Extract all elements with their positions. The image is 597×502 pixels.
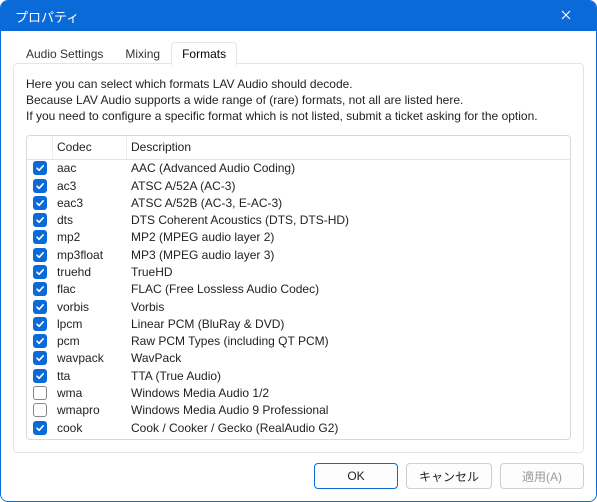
description-cell: TTA (True Audio): [127, 369, 570, 383]
tab-strip: Audio Settings Mixing Formats: [15, 41, 584, 64]
table-row[interactable]: wavpackWavPack: [27, 350, 570, 367]
table-row[interactable]: eac3ATSC A/52B (AC-3, E-AC-3): [27, 194, 570, 211]
codec-cell: truehd: [53, 265, 127, 279]
table-row[interactable]: wmaproWindows Media Audio 9 Professional: [27, 402, 570, 419]
tab-label: Formats: [182, 47, 226, 61]
description-cell: DTS Coherent Acoustics (DTS, DTS-HD): [127, 213, 570, 227]
table-row[interactable]: ttaTTA (True Audio): [27, 367, 570, 384]
col-description[interactable]: Description: [127, 136, 570, 159]
codec-cell: wmapro: [53, 403, 127, 417]
table-row[interactable]: cookCook / Cooker / Gecko (RealAudio G2): [27, 419, 570, 436]
description-cell: ATSC A/52A (AC-3): [127, 179, 570, 193]
table-row[interactable]: vorbisVorbis: [27, 298, 570, 315]
codec-cell: flac: [53, 282, 127, 296]
codec-cell: lpcm: [53, 317, 127, 331]
description-cell: Linear PCM (BluRay & DVD): [127, 317, 570, 331]
format-checkbox[interactable]: [33, 317, 47, 331]
window-title: プロパティ: [15, 7, 79, 26]
codec-cell: pcm: [53, 334, 127, 348]
format-checkbox[interactable]: [33, 300, 47, 314]
properties-dialog: プロパティ Audio Settings Mixing Formats Here y…: [0, 0, 597, 502]
codec-cell: wma: [53, 386, 127, 400]
col-codec[interactable]: Codec: [53, 136, 127, 159]
codec-cell: tta: [53, 369, 127, 383]
description-cell: MP3 (MPEG audio layer 3): [127, 248, 570, 262]
client-area: Audio Settings Mixing Formats Here you can…: [1, 31, 596, 501]
codec-cell: cook: [53, 421, 127, 435]
description-cell: WavPack: [127, 351, 570, 365]
table-row[interactable]: flacFLAC (Free Lossless Audio Codec): [27, 281, 570, 298]
list-body[interactable]: aacAAC (Advanced Audio Coding)ac3ATSC A/…: [27, 160, 570, 439]
table-row[interactable]: wmaWindows Media Audio 1/2: [27, 384, 570, 401]
tab-formats[interactable]: Formats: [171, 42, 237, 65]
apply-button[interactable]: 適用(A): [500, 463, 584, 489]
format-checkbox[interactable]: [33, 265, 47, 279]
table-row[interactable]: lpcmLinear PCM (BluRay & DVD): [27, 315, 570, 332]
description-cell: Windows Media Audio 9 Professional: [127, 403, 570, 417]
description-cell: ATSC A/52B (AC-3, E-AC-3): [127, 196, 570, 210]
codec-cell: wavpack: [53, 351, 127, 365]
description-cell: AAC (Advanced Audio Coding): [127, 161, 570, 175]
help-line: Because LAV Audio supports a wide range …: [26, 92, 571, 108]
description-cell: FLAC (Free Lossless Audio Codec): [127, 282, 570, 296]
format-checkbox[interactable]: [33, 196, 47, 210]
codec-cell: dts: [53, 213, 127, 227]
format-checkbox[interactable]: [33, 282, 47, 296]
description-cell: Vorbis: [127, 300, 570, 314]
dialog-buttons: OK キャンセル 適用(A): [13, 453, 584, 489]
table-row[interactable]: mp2MP2 (MPEG audio layer 2): [27, 229, 570, 246]
description-cell: Cook / Cooker / Gecko (RealAudio G2): [127, 421, 570, 435]
codec-cell: eac3: [53, 196, 127, 210]
col-check[interactable]: [27, 136, 53, 159]
format-checkbox[interactable]: [33, 386, 47, 400]
codec-cell: mp3float: [53, 248, 127, 262]
format-checkbox[interactable]: [33, 351, 47, 365]
table-row[interactable]: ac3ATSC A/52A (AC-3): [27, 177, 570, 194]
help-line: If you need to configure a specific form…: [26, 108, 571, 124]
tab-mixing[interactable]: Mixing: [114, 42, 171, 65]
codec-cell: aac: [53, 161, 127, 175]
table-row[interactable]: truehdTrueHD: [27, 263, 570, 280]
help-text: Here you can select which formats LAV Au…: [26, 76, 571, 125]
table-row[interactable]: dtsDTS Coherent Acoustics (DTS, DTS-HD): [27, 211, 570, 228]
format-checkbox[interactable]: [33, 161, 47, 175]
help-line: Here you can select which formats LAV Au…: [26, 76, 571, 92]
close-icon: [561, 9, 571, 23]
cancel-button[interactable]: キャンセル: [406, 463, 492, 489]
format-checkbox[interactable]: [33, 369, 47, 383]
formats-list: Codec Description aacAAC (Advanced Audio…: [26, 135, 571, 440]
table-row[interactable]: pcmRaw PCM Types (including QT PCM): [27, 333, 570, 350]
tab-label: Mixing: [125, 47, 160, 61]
codec-cell: ac3: [53, 179, 127, 193]
table-row[interactable]: aacAAC (Advanced Audio Coding): [27, 160, 570, 177]
description-cell: TrueHD: [127, 265, 570, 279]
codec-cell: vorbis: [53, 300, 127, 314]
table-row[interactable]: mp3floatMP3 (MPEG audio layer 3): [27, 246, 570, 263]
description-cell: Raw PCM Types (including QT PCM): [127, 334, 570, 348]
codec-cell: mp2: [53, 230, 127, 244]
format-checkbox[interactable]: [33, 421, 47, 435]
format-checkbox[interactable]: [33, 248, 47, 262]
ok-button[interactable]: OK: [314, 463, 398, 489]
format-checkbox[interactable]: [33, 230, 47, 244]
format-checkbox[interactable]: [33, 213, 47, 227]
format-checkbox[interactable]: [33, 334, 47, 348]
title-bar: プロパティ: [1, 1, 596, 31]
description-cell: Windows Media Audio 1/2: [127, 386, 570, 400]
description-cell: MP2 (MPEG audio layer 2): [127, 230, 570, 244]
tab-audio-settings[interactable]: Audio Settings: [15, 42, 114, 65]
close-button[interactable]: [546, 1, 586, 31]
format-checkbox[interactable]: [33, 403, 47, 417]
list-header: Codec Description: [27, 136, 570, 160]
tab-label: Audio Settings: [26, 47, 103, 61]
tab-panel-formats: Here you can select which formats LAV Au…: [13, 63, 584, 453]
format-checkbox[interactable]: [33, 179, 47, 193]
